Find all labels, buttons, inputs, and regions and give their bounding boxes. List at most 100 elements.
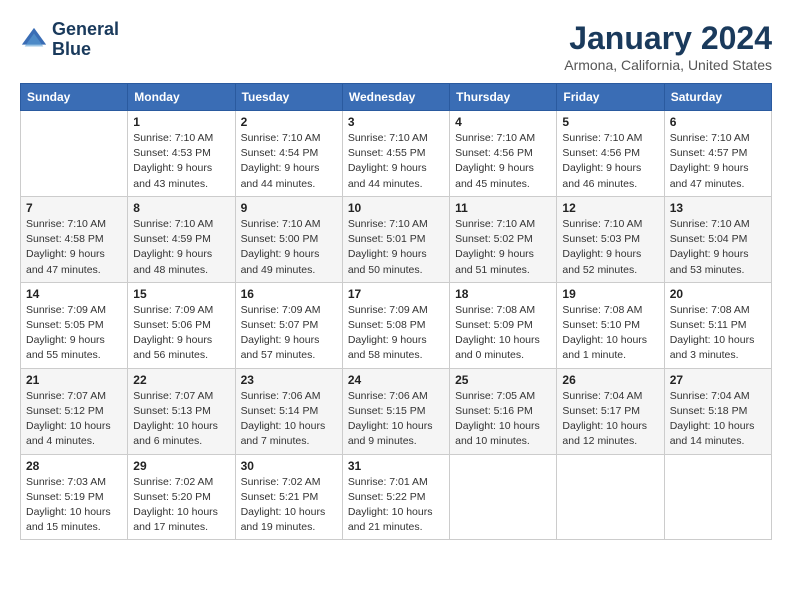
day-info: Sunrise: 7:10 AMSunset: 5:01 PMDaylight:… <box>348 217 444 278</box>
calendar-cell <box>21 111 128 197</box>
calendar-cell: 27Sunrise: 7:04 AMSunset: 5:18 PMDayligh… <box>664 368 771 454</box>
day-number: 26 <box>562 373 658 387</box>
day-number: 31 <box>348 459 444 473</box>
calendar-cell: 6Sunrise: 7:10 AMSunset: 4:57 PMDaylight… <box>664 111 771 197</box>
week-row-4: 21 Sunrise: 7:07 AMSunset: 5:12 PMDayligh… <box>21 368 772 454</box>
day-number: 4 <box>455 115 551 129</box>
calendar-cell: 12 Sunrise: 7:10 AMSunset: 5:03 PMDayligh… <box>557 196 664 282</box>
header-cell-friday: Friday <box>557 84 664 111</box>
calendar-cell: 29Sunrise: 7:02 AMSunset: 5:20 PMDayligh… <box>128 454 235 540</box>
calendar-cell: 25 Sunrise: 7:05 AMSunset: 5:16 PMDayligh… <box>450 368 557 454</box>
day-info: Sunrise: 7:08 AMSunset: 5:09 PMDaylight:… <box>455 303 551 364</box>
day-info: Sunrise: 7:10 AMSunset: 4:53 PMDaylight:… <box>133 131 229 192</box>
calendar-cell: 17 Sunrise: 7:09 AMSunset: 5:08 PMDayligh… <box>342 282 449 368</box>
calendar-cell: 9Sunrise: 7:10 AMSunset: 5:00 PMDaylight… <box>235 196 342 282</box>
day-number: 15 <box>133 287 229 301</box>
header-cell-thursday: Thursday <box>450 84 557 111</box>
logo-text: General Blue <box>52 20 119 60</box>
calendar-title: January 2024 <box>564 20 772 57</box>
calendar-cell: 11Sunrise: 7:10 AMSunset: 5:02 PMDayligh… <box>450 196 557 282</box>
header-cell-wednesday: Wednesday <box>342 84 449 111</box>
day-info: Sunrise: 7:02 AMSunset: 5:20 PMDaylight:… <box>133 475 229 536</box>
calendar-cell: 20Sunrise: 7:08 AMSunset: 5:11 PMDayligh… <box>664 282 771 368</box>
calendar-cell: 16Sunrise: 7:09 AMSunset: 5:07 PMDayligh… <box>235 282 342 368</box>
day-info: Sunrise: 7:09 AMSunset: 5:05 PMDaylight:… <box>26 303 122 364</box>
day-number: 28 <box>26 459 122 473</box>
day-info: Sunrise: 7:08 AMSunset: 5:11 PMDaylight:… <box>670 303 766 364</box>
day-info: Sunrise: 7:08 AMSunset: 5:10 PMDaylight:… <box>562 303 658 364</box>
header-cell-sunday: Sunday <box>21 84 128 111</box>
day-info: Sunrise: 7:10 AMSunset: 4:56 PMDaylight:… <box>455 131 551 192</box>
calendar-cell: 21 Sunrise: 7:07 AMSunset: 5:12 PMDayligh… <box>21 368 128 454</box>
day-number: 18 <box>455 287 551 301</box>
day-number: 14 <box>26 287 122 301</box>
day-info: Sunrise: 7:05 AMSunset: 5:16 PMDaylight:… <box>455 389 551 450</box>
day-info: Sunrise: 7:10 AMSunset: 4:56 PMDaylight:… <box>562 131 658 192</box>
day-info: Sunrise: 7:10 AMSunset: 5:00 PMDaylight:… <box>241 217 337 278</box>
calendar-cell: 23Sunrise: 7:06 AMSunset: 5:14 PMDayligh… <box>235 368 342 454</box>
calendar-cell <box>450 454 557 540</box>
calendar-cell: 10Sunrise: 7:10 AMSunset: 5:01 PMDayligh… <box>342 196 449 282</box>
header-row: SundayMondayTuesdayWednesdayThursdayFrid… <box>21 84 772 111</box>
calendar-cell: 3Sunrise: 7:10 AMSunset: 4:55 PMDaylight… <box>342 111 449 197</box>
day-info: Sunrise: 7:04 AMSunset: 5:18 PMDaylight:… <box>670 389 766 450</box>
calendar-cell: 18 Sunrise: 7:08 AMSunset: 5:09 PMDayligh… <box>450 282 557 368</box>
day-info: Sunrise: 7:10 AMSunset: 5:03 PMDaylight:… <box>562 217 658 278</box>
calendar-cell: 31 Sunrise: 7:01 AMSunset: 5:22 PMDayligh… <box>342 454 449 540</box>
day-info: Sunrise: 7:07 AMSunset: 5:13 PMDaylight:… <box>133 389 229 450</box>
day-number: 30 <box>241 459 337 473</box>
calendar-cell: 1 Sunrise: 7:10 AMSunset: 4:53 PMDaylight… <box>128 111 235 197</box>
day-number: 8 <box>133 201 229 215</box>
header-cell-saturday: Saturday <box>664 84 771 111</box>
day-info: Sunrise: 7:10 AMSunset: 4:58 PMDaylight:… <box>26 217 122 278</box>
calendar-cell: 26 Sunrise: 7:04 AMSunset: 5:17 PMDayligh… <box>557 368 664 454</box>
calendar-cell: 24 Sunrise: 7:06 AMSunset: 5:15 PMDayligh… <box>342 368 449 454</box>
day-info: Sunrise: 7:06 AMSunset: 5:14 PMDaylight:… <box>241 389 337 450</box>
day-info: Sunrise: 7:03 AMSunset: 5:19 PMDaylight:… <box>26 475 122 536</box>
week-row-2: 7 Sunrise: 7:10 AMSunset: 4:58 PMDaylight… <box>21 196 772 282</box>
day-number: 12 <box>562 201 658 215</box>
calendar-table: SundayMondayTuesdayWednesdayThursdayFrid… <box>20 83 772 540</box>
day-info: Sunrise: 7:07 AMSunset: 5:12 PMDaylight:… <box>26 389 122 450</box>
day-number: 21 <box>26 373 122 387</box>
day-number: 5 <box>562 115 658 129</box>
page-header: General Blue January 2024 Armona, Califo… <box>20 20 772 73</box>
day-info: Sunrise: 7:10 AMSunset: 4:54 PMDaylight:… <box>241 131 337 192</box>
day-info: Sunrise: 7:10 AMSunset: 5:02 PMDaylight:… <box>455 217 551 278</box>
day-info: Sunrise: 7:02 AMSunset: 5:21 PMDaylight:… <box>241 475 337 536</box>
day-number: 7 <box>26 201 122 215</box>
day-info: Sunrise: 7:06 AMSunset: 5:15 PMDaylight:… <box>348 389 444 450</box>
day-info: Sunrise: 7:10 AMSunset: 4:57 PMDaylight:… <box>670 131 766 192</box>
week-row-1: 1 Sunrise: 7:10 AMSunset: 4:53 PMDaylight… <box>21 111 772 197</box>
header-cell-monday: Monday <box>128 84 235 111</box>
day-number: 24 <box>348 373 444 387</box>
header-cell-tuesday: Tuesday <box>235 84 342 111</box>
calendar-cell: 30 Sunrise: 7:02 AMSunset: 5:21 PMDayligh… <box>235 454 342 540</box>
day-number: 13 <box>670 201 766 215</box>
day-number: 17 <box>348 287 444 301</box>
day-info: Sunrise: 7:10 AMSunset: 4:59 PMDaylight:… <box>133 217 229 278</box>
calendar-cell: 5 Sunrise: 7:10 AMSunset: 4:56 PMDaylight… <box>557 111 664 197</box>
day-info: Sunrise: 7:10 AMSunset: 4:55 PMDaylight:… <box>348 131 444 192</box>
day-info: Sunrise: 7:09 AMSunset: 5:08 PMDaylight:… <box>348 303 444 364</box>
day-number: 25 <box>455 373 551 387</box>
calendar-subtitle: Armona, California, United States <box>564 57 772 73</box>
calendar-cell: 15Sunrise: 7:09 AMSunset: 5:06 PMDayligh… <box>128 282 235 368</box>
calendar-cell: 22Sunrise: 7:07 AMSunset: 5:13 PMDayligh… <box>128 368 235 454</box>
week-row-3: 14 Sunrise: 7:09 AMSunset: 5:05 PMDayligh… <box>21 282 772 368</box>
week-row-5: 28 Sunrise: 7:03 AMSunset: 5:19 PMDayligh… <box>21 454 772 540</box>
logo-icon <box>20 26 48 54</box>
calendar-cell: 7 Sunrise: 7:10 AMSunset: 4:58 PMDaylight… <box>21 196 128 282</box>
day-info: Sunrise: 7:01 AMSunset: 5:22 PMDaylight:… <box>348 475 444 536</box>
calendar-cell: 8 Sunrise: 7:10 AMSunset: 4:59 PMDaylight… <box>128 196 235 282</box>
calendar-cell <box>557 454 664 540</box>
day-number: 1 <box>133 115 229 129</box>
calendar-cell: 13Sunrise: 7:10 AMSunset: 5:04 PMDayligh… <box>664 196 771 282</box>
day-info: Sunrise: 7:04 AMSunset: 5:17 PMDaylight:… <box>562 389 658 450</box>
logo: General Blue <box>20 20 119 60</box>
calendar-cell: 14 Sunrise: 7:09 AMSunset: 5:05 PMDayligh… <box>21 282 128 368</box>
calendar-cell: 28 Sunrise: 7:03 AMSunset: 5:19 PMDayligh… <box>21 454 128 540</box>
day-number: 2 <box>241 115 337 129</box>
calendar-cell: 19Sunrise: 7:08 AMSunset: 5:10 PMDayligh… <box>557 282 664 368</box>
calendar-cell: 2 Sunrise: 7:10 AMSunset: 4:54 PMDaylight… <box>235 111 342 197</box>
